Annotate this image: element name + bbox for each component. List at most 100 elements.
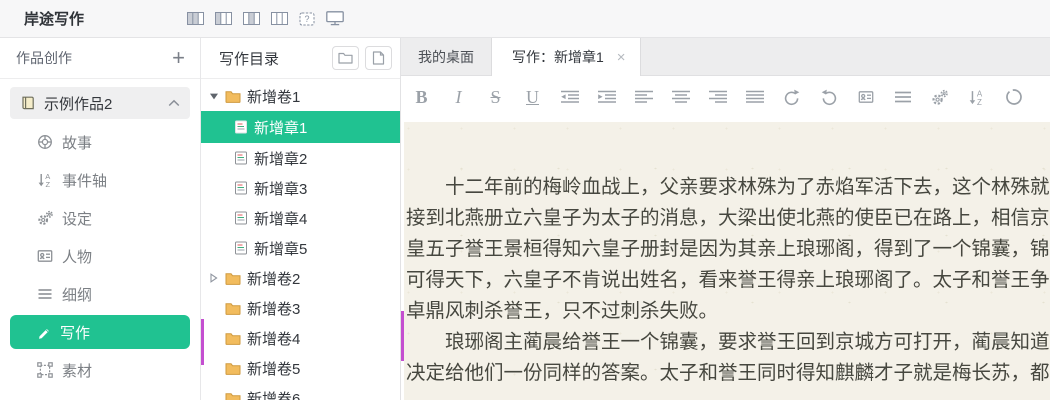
align-left-icon[interactable] bbox=[633, 90, 654, 104]
tree-header: 写作目录 bbox=[201, 38, 400, 79]
sidebar-item-characters[interactable]: 人物 bbox=[0, 237, 200, 275]
tree-row-chapter-1[interactable]: 新增章1 bbox=[201, 111, 400, 143]
align-right-icon[interactable] bbox=[707, 90, 728, 104]
new-folder-button[interactable] bbox=[332, 46, 359, 70]
tree-row-volume-1[interactable]: 新增卷1 bbox=[201, 81, 400, 111]
document-icon bbox=[234, 120, 248, 134]
sidebar-item-outline[interactable]: 细纲 bbox=[0, 275, 200, 313]
new-note-button[interactable] bbox=[365, 46, 392, 70]
object-group-icon bbox=[37, 362, 53, 378]
lines-icon[interactable] bbox=[892, 90, 913, 104]
document-text-line: 卓鼎风刺杀誉王，只不过刺杀失败。 bbox=[406, 300, 719, 322]
add-work-button[interactable]: + bbox=[172, 47, 185, 69]
folder-icon bbox=[225, 90, 241, 103]
sidebar-item-writing[interactable]: 写作 bbox=[10, 315, 190, 349]
tree-row-chapter-3[interactable]: 新增章3 bbox=[201, 173, 400, 203]
panel-layout-middle-icon[interactable] bbox=[243, 12, 260, 25]
tree-row-label: 新增章4 bbox=[254, 210, 308, 228]
sidebar-item-label: 写作 bbox=[60, 324, 91, 342]
work-item-label: 示例作品2 bbox=[44, 95, 113, 113]
gears-icon bbox=[37, 210, 53, 226]
tree-row-chapter-2[interactable]: 新增章2 bbox=[201, 143, 400, 173]
tree-row-label: 新增卷5 bbox=[247, 360, 301, 378]
document-text-line: 皇五子誉王景桓得知六皇子册封是因为其亲上琅琊阁，得到了一个锦囊，锦 bbox=[406, 238, 1050, 260]
align-center-icon[interactable] bbox=[670, 90, 691, 104]
sidebar-item-label: 人物 bbox=[62, 248, 93, 266]
chapter-tree: 新增卷1 新增章1 新增章2 新增章3 新增章4 新增章5 新增卷2 新增卷3 … bbox=[201, 79, 400, 400]
tab-label: 写作：新增章1 bbox=[512, 49, 604, 65]
document-text-line: 可得天下，六皇子不肯说出姓名，看来誉王得亲上琅琊阁了。太子和誉王争 bbox=[406, 269, 1050, 291]
book-icon bbox=[20, 95, 36, 111]
document-text-line: 十二年前的梅岭血战上，父亲要求林殊为了赤焰军活下去，这个林殊就 bbox=[445, 176, 1050, 198]
tree-row-volume-4[interactable]: 新增卷4 bbox=[201, 323, 400, 353]
sidebar-item-label: 素材 bbox=[62, 362, 93, 380]
app-title: 岸途写作 bbox=[24, 11, 85, 28]
sidebar-item-timeline[interactable]: AZ 事件轴 bbox=[0, 161, 200, 199]
editor-toolbar: B I S U A Z bbox=[401, 76, 1050, 118]
sidebar-item-label: 设定 bbox=[62, 210, 93, 228]
tree-row-label: 新增章1 bbox=[254, 119, 308, 137]
tree-row-volume-3[interactable]: 新增卷3 bbox=[201, 293, 400, 323]
display-icon[interactable] bbox=[326, 11, 344, 26]
chevron-up-icon[interactable] bbox=[168, 99, 180, 107]
redo-icon[interactable] bbox=[818, 88, 839, 106]
italic-button[interactable]: I bbox=[448, 86, 469, 108]
document-icon bbox=[234, 241, 248, 255]
undo-icon[interactable] bbox=[781, 88, 802, 106]
underline-button[interactable]: U bbox=[522, 86, 543, 108]
tree-row-chapter-5[interactable]: 新增章5 bbox=[201, 233, 400, 263]
document-text-line: 接到北燕册立六皇子为太子的消息，大梁出使北燕的使臣已在路上，相信京 bbox=[406, 207, 1050, 229]
folder-icon bbox=[225, 392, 241, 400]
tab-my-desktop[interactable]: 我的桌面 bbox=[401, 38, 492, 76]
sidebar-item-materials[interactable]: 素材 bbox=[0, 351, 200, 389]
caret-right-icon[interactable] bbox=[208, 273, 219, 283]
tree-header-title: 写作目录 bbox=[219, 50, 280, 68]
editor-column: 我的桌面 写作：新增章1 × B I S U A Z 十二年前的梅岭血战上，父亲… bbox=[401, 38, 1050, 400]
folder-icon bbox=[225, 272, 241, 285]
outdent-icon[interactable] bbox=[559, 90, 580, 104]
sidebar-item-story[interactable]: 故事 bbox=[0, 123, 200, 161]
tree-row-label: 新增卷1 bbox=[247, 88, 301, 106]
align-justify-icon[interactable] bbox=[744, 90, 765, 104]
caret-down-icon[interactable] bbox=[208, 91, 219, 101]
tab-bar: 我的桌面 写作：新增章1 × bbox=[401, 38, 1050, 76]
tree-row-volume-2[interactable]: 新增卷2 bbox=[201, 263, 400, 293]
tree-row-chapter-4[interactable]: 新增章4 bbox=[201, 203, 400, 233]
panel-layout-left-icon[interactable] bbox=[215, 12, 232, 25]
tree-row-volume-5[interactable]: 新增卷5 bbox=[201, 353, 400, 383]
svg-text:?: ? bbox=[304, 14, 309, 24]
tree-row-label: 新增章3 bbox=[254, 180, 308, 198]
tab-writing-chapter-1[interactable]: 写作：新增章1 × bbox=[492, 38, 641, 76]
folder-icon bbox=[225, 302, 241, 315]
timeline-sort-icon: AZ bbox=[37, 172, 53, 188]
topbar-icons: ? bbox=[187, 11, 344, 26]
sidebar-item-label: 细纲 bbox=[62, 286, 93, 304]
sidebar: 作品创作 + 示例作品2 故事 AZ 事件轴 设定 人物 细纲 写作 素材 bbox=[0, 38, 200, 400]
gears-icon[interactable] bbox=[929, 89, 950, 106]
strikethrough-button[interactable]: S bbox=[485, 86, 506, 108]
work-item-sample2[interactable]: 示例作品2 bbox=[10, 87, 190, 119]
tree-row-label: 新增卷6 bbox=[247, 390, 301, 400]
editor-paper[interactable]: 十二年前的梅岭血战上，父亲要求林殊为了赤焰军活下去，这个林殊就 接到北燕册立六皇… bbox=[404, 122, 1050, 400]
sidebar-item-settings[interactable]: 设定 bbox=[0, 199, 200, 237]
writing-directory-panel: 写作目录 新增卷1 新增章1 新增章2 新增章3 新增章4 新增章5 新增卷2 … bbox=[200, 38, 401, 400]
divider-indicator bbox=[401, 311, 404, 361]
help-icon[interactable]: ? bbox=[299, 12, 315, 26]
document-icon bbox=[234, 151, 248, 165]
sidebar-header: 作品创作 + bbox=[0, 38, 200, 79]
tree-row-volume-6[interactable]: 新增卷6 bbox=[201, 383, 400, 400]
indent-icon[interactable] bbox=[596, 90, 617, 104]
id-card-icon[interactable] bbox=[855, 89, 876, 105]
document-text-line: 琅琊阁主蔺晨给誉王一个锦囊，要求誉王回到京城方可打开，蔺晨知道 bbox=[445, 331, 1050, 353]
divider-indicator bbox=[201, 319, 204, 365]
close-icon[interactable]: × bbox=[617, 50, 626, 65]
circle-icon[interactable] bbox=[1003, 88, 1024, 106]
document-icon bbox=[234, 211, 248, 225]
sort-az-icon[interactable]: AZ bbox=[966, 89, 987, 106]
tree-row-label: 新增卷2 bbox=[247, 270, 301, 288]
bold-button[interactable]: B bbox=[411, 86, 432, 108]
document-text-line: 决定给他们一份同样的答案。太子和誉王同时得知麒麟才子就是梅长苏，都 bbox=[406, 362, 1050, 384]
panel-layout-two-left-icon[interactable] bbox=[187, 12, 204, 25]
panel-layout-plain-icon[interactable] bbox=[271, 12, 288, 25]
folder-icon bbox=[225, 362, 241, 375]
